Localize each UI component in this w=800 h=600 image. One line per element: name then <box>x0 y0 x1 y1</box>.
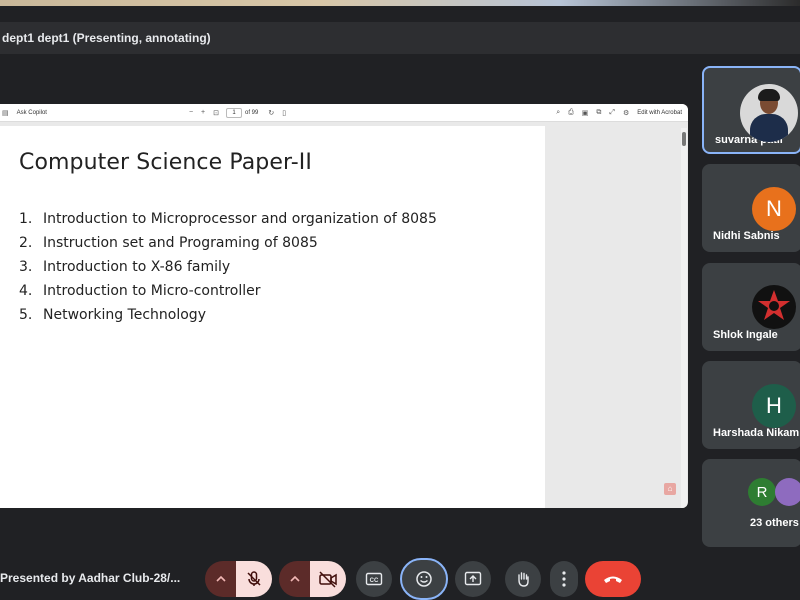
more-options-button[interactable] <box>550 561 578 597</box>
star-emblem-avatar <box>752 285 796 329</box>
mic-off-icon <box>247 571 261 586</box>
list-item: 4. Introduction to Micro-controller <box>19 283 261 299</box>
search-icon[interactable]: ⌕ <box>556 109 560 117</box>
page-view-icon[interactable]: ▯ <box>282 109 286 117</box>
emoji-button[interactable] <box>400 558 448 600</box>
settings-icon[interactable]: ⚙ <box>623 109 629 117</box>
edit-with-acrobat-button[interactable]: Edit with Acrobat <box>637 110 682 116</box>
raise-hand-icon <box>518 572 529 587</box>
end-call-icon <box>604 576 622 583</box>
topic-list: 1. Introduction to Microprocessor and org… <box>19 210 437 330</box>
presenting-label: Presented by Aadhar Club-28/... <box>0 571 181 585</box>
list-item: 5. Networking Technology <box>19 307 206 323</box>
list-item: 1. Introduction to Microprocessor and org… <box>19 211 437 227</box>
save-icon[interactable]: ▣ <box>582 109 589 117</box>
chevron-up-icon <box>216 575 226 582</box>
participant-name: Harshada Nikam <box>713 427 800 439</box>
participant-name: Nidhi Sabnis <box>713 230 780 242</box>
scrollbar-thumb[interactable] <box>682 132 686 146</box>
copilot-icon[interactable]: ▤ <box>2 109 9 117</box>
page-total: of 99 <box>245 109 259 116</box>
list-item: 2. Instruction set and Programing of 8085 <box>19 235 318 251</box>
participant-photo <box>740 84 798 142</box>
camera-button[interactable] <box>310 561 346 597</box>
ask-copilot-button[interactable]: Ask Copilot <box>17 110 47 116</box>
rotate-icon[interactable]: ↻ <box>268 109 274 117</box>
audio-options-button[interactable] <box>205 561 237 597</box>
save-as-icon[interactable]: ⧉ <box>596 109 601 117</box>
captions-icon: CC <box>365 572 383 586</box>
others-count: 23 others <box>750 517 799 529</box>
meeting-title: dept1 dept1 (Presenting, annotating) <box>2 31 211 45</box>
camera-off-icon <box>319 571 337 588</box>
end-call-button[interactable] <box>585 561 641 597</box>
pdf-toolbar: ▤ Ask Copilot − + ⊡ 1 of 99 ↻ ▯ ⌕ ⎙ ▣ ⧉ … <box>0 104 688 122</box>
emoji-icon <box>416 571 432 587</box>
avatar <box>775 478 800 506</box>
captions-button[interactable]: CC <box>356 561 392 597</box>
document-title: Computer Science Paper-II <box>19 150 312 175</box>
svg-text:CC: CC <box>370 578 379 584</box>
present-button[interactable] <box>455 561 491 597</box>
chevron-up-icon <box>290 575 300 582</box>
print-icon[interactable]: ⎙ <box>568 109 574 117</box>
zoom-in-button[interactable]: + <box>201 109 205 116</box>
more-vert-icon <box>562 571 566 587</box>
pdf-scrollbar[interactable] <box>681 128 687 508</box>
mic-button[interactable] <box>236 561 272 597</box>
avatar: N <box>752 187 796 231</box>
avatar: R <box>748 478 776 506</box>
meeting-title-bar: dept1 dept1 (Presenting, annotating) <box>0 22 800 54</box>
shared-screen: ▤ Ask Copilot − + ⊡ 1 of 99 ↻ ▯ ⌕ ⎙ ▣ ⧉ … <box>0 104 688 508</box>
avatar: H <box>752 384 796 428</box>
present-icon <box>464 571 482 586</box>
fit-page-icon[interactable]: ⊡ <box>213 109 219 117</box>
star-emblem-icon <box>758 290 790 320</box>
video-options-button[interactable] <box>279 561 311 597</box>
raise-hand-button[interactable] <box>505 561 541 597</box>
participant-name: Shlok Ingale <box>713 329 778 341</box>
zoom-out-button[interactable]: − <box>189 109 193 116</box>
page-number-input[interactable]: 1 <box>226 107 243 118</box>
fullscreen-icon[interactable]: ⤢ <box>609 109 615 117</box>
acrobat-icon[interactable]: ⌂ <box>664 483 676 495</box>
top-strip <box>0 0 800 6</box>
list-item: 3. Introduction to X-86 family <box>19 259 231 275</box>
